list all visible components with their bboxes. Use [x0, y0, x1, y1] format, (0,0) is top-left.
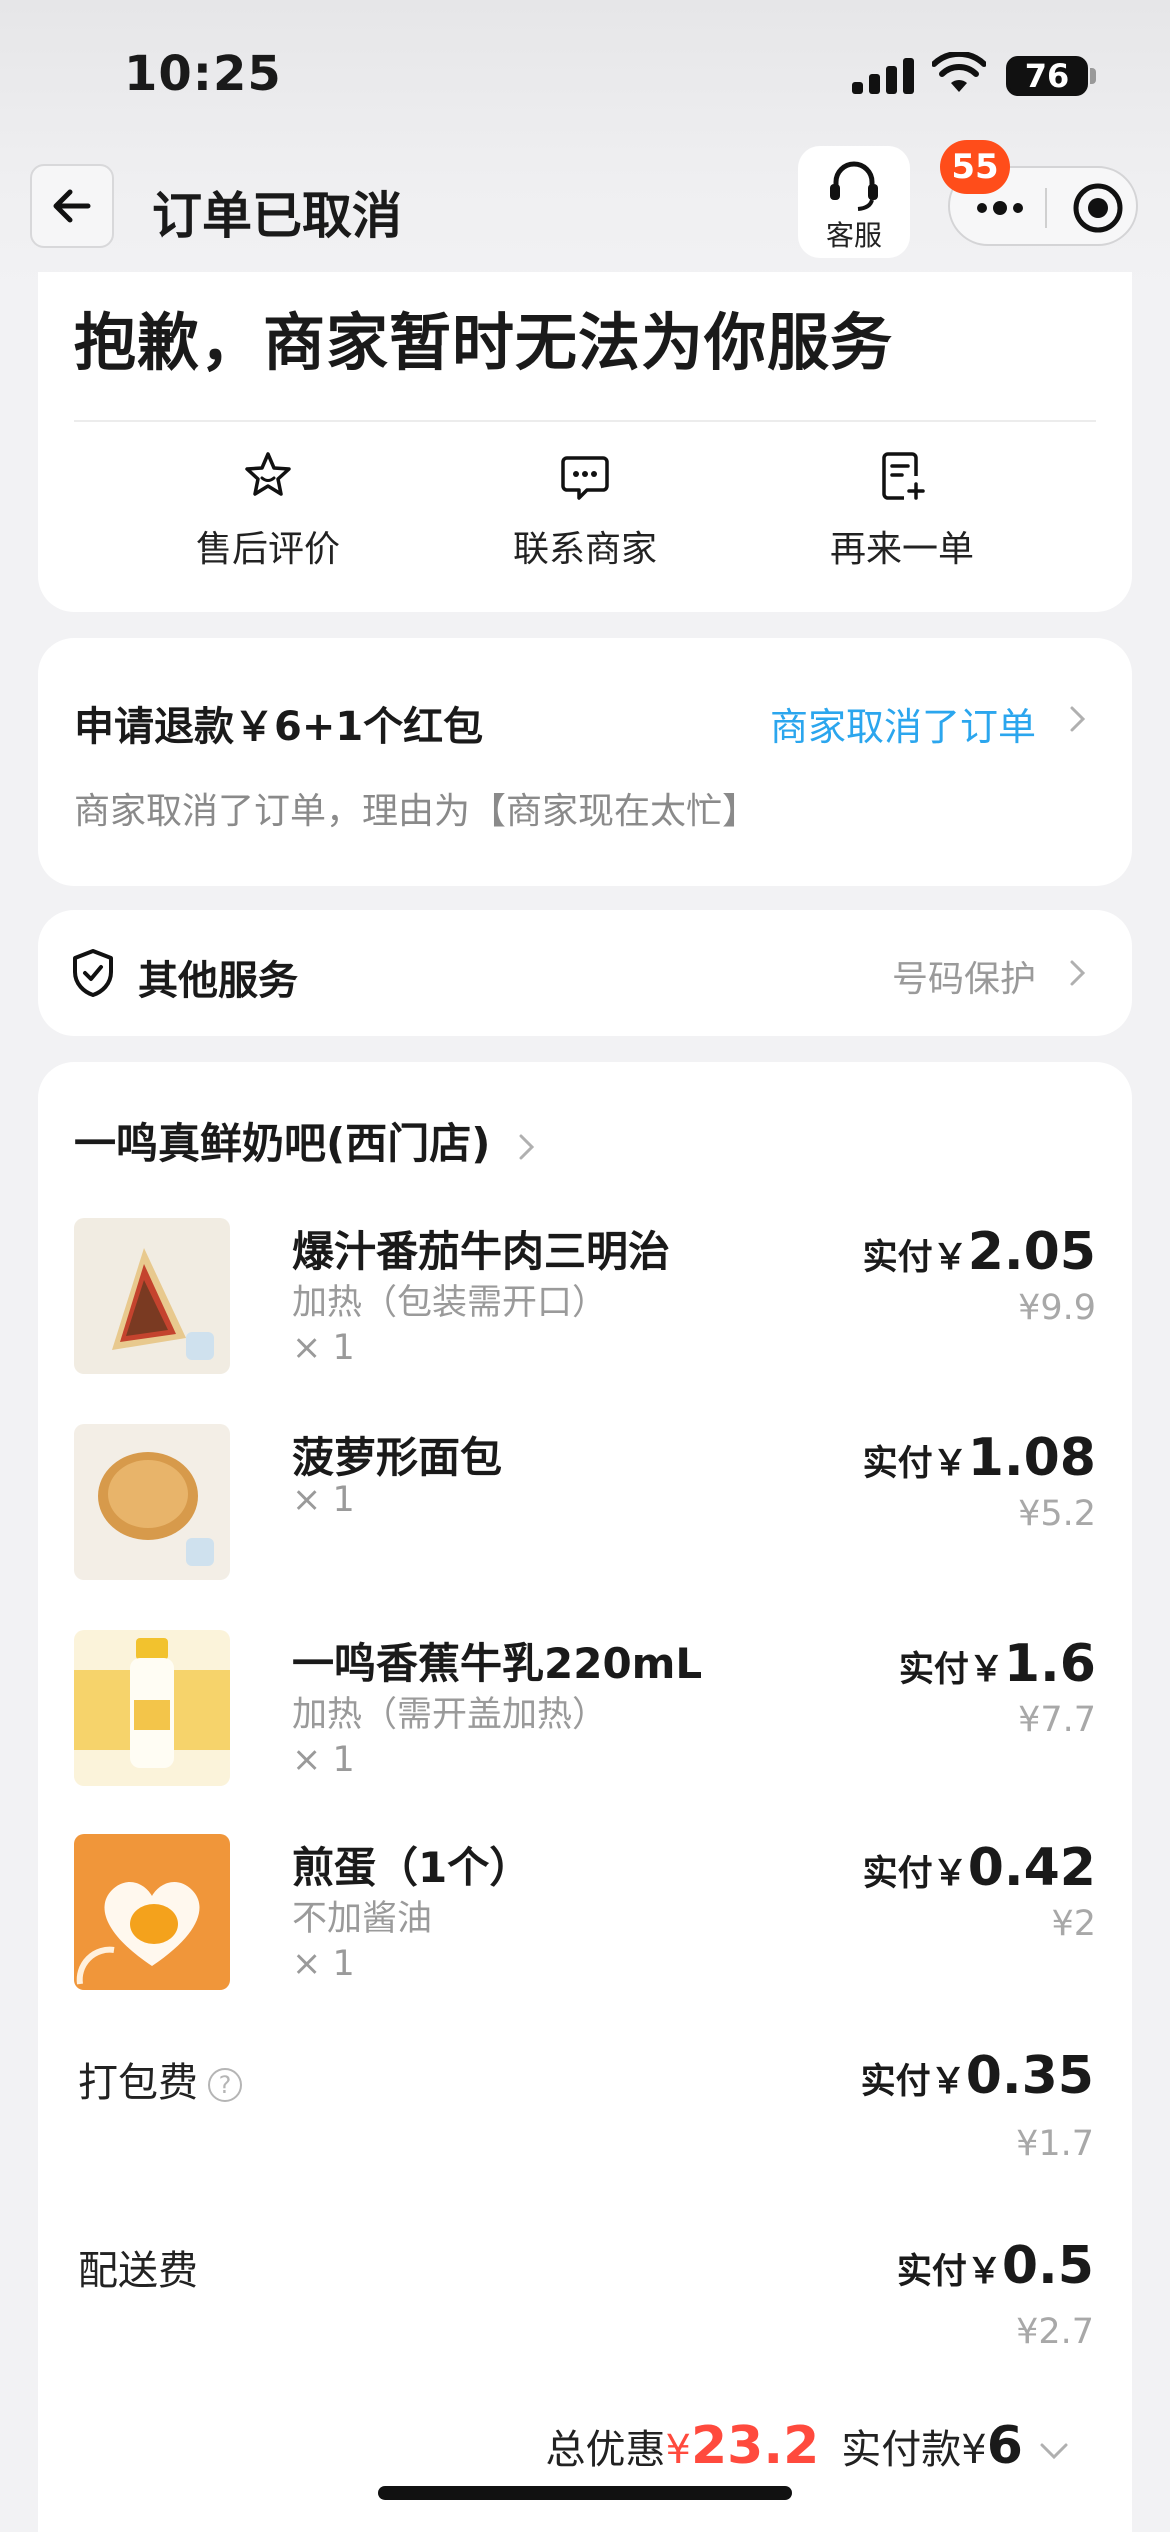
item-original-price: ¥9.9: [1018, 1288, 1096, 1328]
item-paid: 实付￥1.08: [863, 1428, 1096, 1488]
paid-value: 1.6: [1003, 1634, 1096, 1694]
paid-value: 0.5: [1001, 2236, 1094, 2296]
paid-value: 0.35: [965, 2046, 1094, 2106]
other-services-card[interactable]: 其他服务 号码保护: [38, 910, 1132, 1036]
chevron-right-icon: [1070, 706, 1086, 732]
item-original-price: ¥2: [1051, 1904, 1096, 1944]
wifi-icon: [932, 52, 986, 92]
other-services-title: 其他服务: [138, 958, 298, 1004]
help-icon[interactable]: ?: [208, 2068, 242, 2102]
paid-value: 0.42: [967, 1838, 1096, 1898]
headset-icon: [830, 161, 878, 211]
order-items-card: 一鸣真鲜奶吧(西门店) 爆汁番茄牛肉三明治 加热（包装需开口） × 1 实付￥2…: [38, 1062, 1132, 2532]
packing-fee-label: 打包费: [78, 2060, 198, 2106]
star-icon: [245, 452, 291, 496]
item-spec: 不加酱油: [292, 1899, 433, 1939]
cellular-signal-icon: [852, 58, 916, 94]
discount-label: 总优惠: [545, 2427, 666, 2473]
item-paid: 实付￥0.42: [863, 1838, 1096, 1898]
capsule-divider: [1045, 188, 1047, 228]
chevron-right-icon: [519, 1134, 535, 1159]
paid-label: 实付￥: [862, 1444, 968, 1484]
delivery-fee-paid: 实付￥0.5: [897, 2236, 1094, 2296]
refund-status-link[interactable]: 商家取消了订单: [770, 696, 1036, 751]
order-item[interactable]: 一鸣香蕉牛乳220mL 加热（需开盖加热） × 1 实付￥1.6 ¥7.7: [74, 1630, 1096, 1790]
page-title: 订单已取消: [152, 187, 402, 245]
bread-thumbnail: [74, 1424, 230, 1580]
item-qty: × 1: [292, 1328, 355, 1368]
home-indicator: [378, 2486, 792, 2500]
item-name: 煎蛋（1个）: [292, 1843, 532, 1892]
customer-service-button[interactable]: 客服: [798, 146, 910, 258]
total-paid-label: 实付款¥: [841, 2427, 987, 2473]
refund-reason: 商家取消了订单，理由为【商家现在太忙】: [74, 791, 759, 832]
order-status-card: 抱歉，商家暂时无法为你服务 售后评价 联系商家 再来一单: [38, 272, 1132, 612]
after-sale-review-button[interactable]: 售后评价: [138, 448, 398, 572]
refund-title: 申请退款￥6+1个红包: [74, 704, 484, 750]
status-headline: 抱歉，商家暂时无法为你服务: [74, 306, 894, 379]
paid-label: 实付￥: [860, 2062, 966, 2102]
item-paid: 实付￥1.6: [899, 1634, 1096, 1694]
paid-label: 实付￥: [898, 1650, 1004, 1690]
contact-merchant-button[interactable]: 联系商家: [455, 448, 715, 572]
item-original-price: ¥5.2: [1018, 1494, 1096, 1534]
order-item[interactable]: 煎蛋（1个） 不加酱油 × 1 实付￥0.42 ¥2: [74, 1834, 1096, 1994]
reorder-button[interactable]: 再来一单: [772, 448, 1032, 572]
item-paid: 实付￥2.05: [863, 1222, 1096, 1282]
item-name: 一鸣香蕉牛乳220mL: [292, 1639, 703, 1688]
totals-row[interactable]: 总优惠¥23.2 实付款¥6: [546, 2416, 1073, 2476]
chat-icon: [561, 456, 609, 500]
item-original-price: ¥7.7: [1018, 1700, 1096, 1740]
paid-label: 实付￥: [862, 1238, 968, 1278]
item-name: 爆汁番茄牛肉三明治: [292, 1227, 671, 1276]
chevron-right-icon: [1070, 960, 1086, 986]
status-bar: 10:25 76: [0, 0, 1170, 150]
packing-fee-original: ¥1.7: [1016, 2124, 1094, 2164]
customer-service-label: 客服: [825, 219, 882, 252]
sandwich-thumbnail: [74, 1218, 230, 1374]
paid-label: 实付￥: [896, 2252, 1002, 2292]
paid-value: 1.08: [967, 1428, 1096, 1488]
status-time: 10:25: [124, 46, 282, 102]
store-name: 一鸣真鲜奶吧(西门店): [74, 1119, 491, 1168]
item-name: 菠萝形面包: [292, 1433, 503, 1482]
item-spec: 加热（包装需开口）: [292, 1283, 608, 1323]
battery-cap: [1090, 68, 1096, 84]
order-item[interactable]: 爆汁番茄牛肉三明治 加热（包装需开口） × 1 实付￥2.05 ¥9.9: [74, 1218, 1096, 1378]
item-spec: 加热（需开盖加热）: [292, 1695, 608, 1735]
fried-egg-thumbnail: [74, 1834, 230, 1990]
action-label: 再来一单: [829, 529, 974, 570]
packing-fee-paid: 实付￥0.35: [861, 2046, 1094, 2106]
total-paid-value: 6: [986, 2416, 1023, 2476]
discount-currency: ¥: [665, 2427, 691, 2473]
battery-icon: 76: [1006, 56, 1088, 96]
reorder-icon: [882, 452, 925, 500]
back-button[interactable]: [30, 164, 114, 248]
paid-label: 实付￥: [862, 1854, 968, 1894]
number-protection-link[interactable]: 号码保护: [892, 950, 1036, 1002]
chevron-down-icon: [1040, 2443, 1068, 2460]
item-qty: × 1: [292, 1740, 355, 1780]
store-name-link[interactable]: 一鸣真鲜奶吧(西门店): [74, 1110, 541, 1171]
arrow-left-icon: [53, 189, 91, 223]
packing-fee-row: 打包费?: [78, 2050, 242, 2108]
discount-value: 23.2: [690, 2416, 820, 2476]
more-icon[interactable]: [970, 188, 1030, 228]
item-qty: × 1: [292, 1944, 355, 1984]
item-qty: × 1: [292, 1480, 355, 1520]
milk-bottle-thumbnail: [74, 1630, 230, 1786]
delivery-fee-original: ¥2.7: [1016, 2312, 1094, 2352]
close-miniapp-icon[interactable]: [1072, 182, 1124, 234]
nav-bar: 订单已取消 客服 55: [0, 140, 1170, 260]
notification-badge: 55: [940, 140, 1010, 194]
order-item[interactable]: 菠萝形面包 × 1 实付￥1.08 ¥5.2: [74, 1424, 1096, 1584]
action-label: 联系商家: [512, 529, 657, 570]
delivery-fee-label: 配送费: [78, 2248, 198, 2294]
divider: [74, 420, 1096, 422]
refund-card[interactable]: 申请退款￥6+1个红包 商家取消了订单 商家取消了订单，理由为【商家现在太忙】: [38, 638, 1132, 886]
paid-value: 2.05: [967, 1222, 1096, 1282]
shield-icon: [73, 949, 113, 997]
action-label: 售后评价: [195, 529, 340, 570]
